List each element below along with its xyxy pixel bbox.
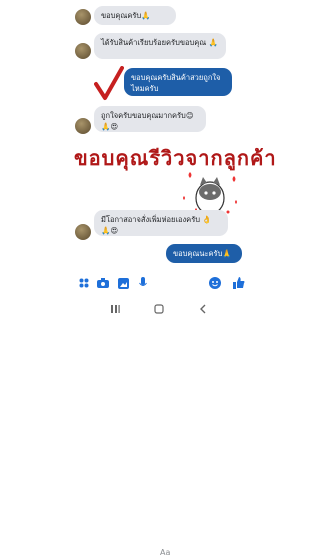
outgoing-message[interactable]: ขอบคุณครับสินค้าสวยถูกใจไหมครับ	[124, 68, 232, 96]
incoming-message[interactable]: มีโอกาสอาจสั่งเพิ่มห่อยเองครับ 👌🙏😍	[94, 210, 228, 236]
message-text: ถูกใจครับขอบคุณมากครับ😊🙏😍	[101, 111, 194, 131]
message-text: ขอบคุณครับ🙏	[101, 11, 151, 20]
message-text: ได้รับสินค้าเรียบร้อยครับขอบคุณ 🙏	[101, 38, 218, 47]
recent-apps-icon[interactable]	[110, 304, 120, 314]
message-text: ขอบคุณครับสินค้าสวยถูกใจไหมครับ	[131, 73, 221, 93]
incoming-message[interactable]: ขอบคุณครับ🙏	[94, 6, 176, 25]
contact-avatar[interactable]	[75, 224, 91, 240]
message-input[interactable]: Aa	[160, 548, 170, 557]
home-icon[interactable]	[154, 304, 164, 314]
apps-grid-icon[interactable]	[77, 276, 91, 290]
checkmark-icon	[94, 66, 124, 100]
thumbs-up-icon[interactable]	[232, 276, 246, 290]
incoming-message[interactable]: ถูกใจครับขอบคุณมากครับ😊🙏😍	[94, 106, 206, 132]
message-text: มีโอกาสอาจสั่งเพิ่มห่อยเองครับ 👌🙏😍	[101, 215, 212, 235]
camera-icon[interactable]	[96, 276, 110, 290]
gallery-icon[interactable]	[116, 276, 130, 290]
microphone-icon[interactable]	[136, 276, 150, 290]
contact-avatar[interactable]	[75, 9, 91, 25]
contact-avatar[interactable]	[75, 43, 91, 59]
incoming-message[interactable]: ได้รับสินค้าเรียบร้อยครับขอบคุณ 🙏	[94, 33, 226, 59]
system-nav-bar	[0, 298, 320, 320]
chat-thread: ขอบคุณครับ🙏 ได้รับสินค้าเรียบร้อยครับขอบ…	[0, 0, 320, 272]
back-icon[interactable]	[198, 304, 208, 314]
composer-toolbar: Aa	[0, 272, 320, 557]
contact-avatar[interactable]	[75, 118, 91, 134]
message-text: ขอบคุณนะครับ🙏	[173, 249, 232, 258]
emoji-icon[interactable]	[208, 276, 222, 290]
outgoing-message[interactable]: ขอบคุณนะครับ🙏	[166, 244, 242, 263]
